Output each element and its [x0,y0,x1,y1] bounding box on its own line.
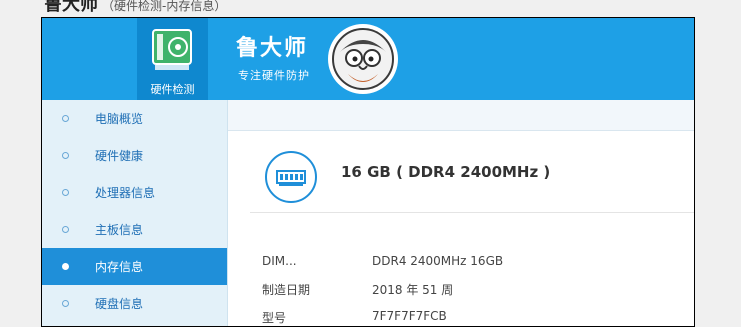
memory-summary-title: 16 GB ( DDR4 2400MHz ) [341,163,551,181]
nav-dot-icon [62,115,69,122]
spec-key: DIM... [262,254,297,268]
sidebar-item-label: 硬件健康 [95,149,144,163]
nav-dot-icon [62,263,69,270]
tab-hardware-detection[interactable]: 硬件检测 [137,18,208,100]
nav-dot-icon [62,300,69,307]
sidebar-item-hardware-health[interactable]: 硬件健康 [42,137,227,174]
spec-key: 型号 [262,311,287,325]
spec-key: 制造日期 [262,283,311,297]
brand-slogan: 专注硬件防护 [238,69,310,82]
sidebar-nav: 电脑概览 硬件健康 处理器信息 主板信息 内存信息 硬盘信息 [42,100,228,326]
sidebar-item-memory[interactable]: 内存信息 [42,248,227,285]
spec-row-manufacture-date: 制造日期 2018 年 51 周 [228,275,694,303]
nav-dot-icon [62,226,69,233]
mascot-avatar-icon [328,24,398,94]
sidebar-item-label: 电脑概览 [95,112,144,126]
content-toolbar [228,100,694,131]
tab-label: 硬件检测 [150,83,195,96]
spec-row-model: 型号 7F7F7F7FCB [228,303,694,326]
page-subtitle: （硬件检测-内存信息） [102,0,227,13]
spec-row-dimm: DIM... DDR4 2400MHz 16GB [228,248,694,276]
page-title: 鲁大师 [44,0,98,15]
sidebar-item-label: 主板信息 [95,223,144,237]
sidebar-item-label: 内存信息 [95,260,144,274]
sidebar-item-disk[interactable]: 硬盘信息 [42,285,227,322]
spec-value: 7F7F7F7FCB [372,309,447,323]
app-window: 硬件检测 鲁大师 专注硬件防护 电脑概览 硬件健康 处理器信息 主板信息 内存信… [41,17,695,327]
brand-name: 鲁大师 [236,36,309,61]
motherboard-icon [152,29,192,70]
sidebar-item-overview[interactable]: 电脑概览 [42,100,227,137]
nav-dot-icon [62,152,69,159]
nav-dot-icon [62,189,69,196]
page-heading: 鲁大师 （硬件检测-内存信息） [44,0,227,15]
spec-value: 2018 年 51 周 [372,283,454,297]
sidebar-item-motherboard[interactable]: 主板信息 [42,211,227,248]
sidebar-item-label: 处理器信息 [95,186,156,200]
header-banner: 硬件检测 鲁大师 专注硬件防护 [42,18,694,100]
memory-module-icon [265,151,317,203]
spec-value: DDR4 2400MHz 16GB [372,254,504,268]
memory-info-panel: 16 GB ( DDR4 2400MHz ) DIM... DDR4 2400M… [228,100,694,326]
sidebar-item-label: 硬盘信息 [95,297,144,311]
divider [250,212,694,213]
sidebar-item-cpu[interactable]: 处理器信息 [42,174,227,211]
